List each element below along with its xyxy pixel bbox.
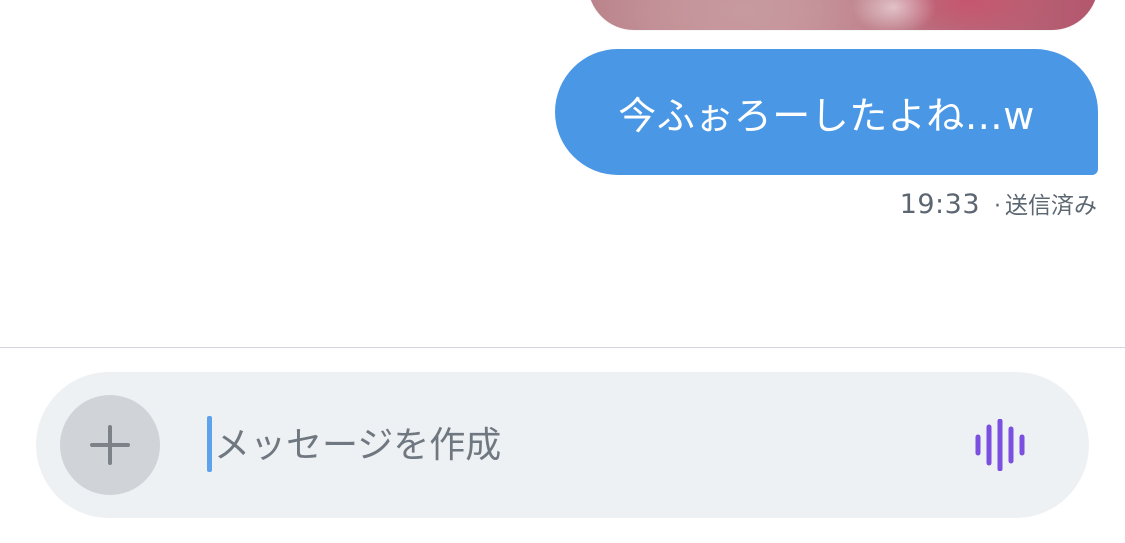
message-meta: 19:33 · 送信済み bbox=[900, 186, 1097, 220]
composer-divider bbox=[0, 347, 1125, 348]
add-media-button[interactable] bbox=[60, 395, 160, 495]
message-time: 19:33 bbox=[899, 189, 980, 220]
plus-icon bbox=[88, 423, 132, 467]
voice-message-button[interactable] bbox=[962, 415, 1042, 475]
message-composer bbox=[36, 372, 1089, 518]
message-input[interactable] bbox=[206, 414, 926, 476]
meta-separator: · bbox=[994, 194, 1001, 219]
image-message[interactable] bbox=[588, 0, 1098, 30]
message-text: 今ふぉろーしたよね…w bbox=[618, 93, 1035, 138]
photo-image bbox=[588, 0, 1098, 30]
sent-message-bubble[interactable]: 今ふぉろーしたよね…w bbox=[555, 49, 1098, 175]
delivery-status: 送信済み bbox=[1005, 193, 1097, 219]
text-caret bbox=[207, 416, 212, 472]
voice-waveform-icon bbox=[975, 419, 1025, 471]
